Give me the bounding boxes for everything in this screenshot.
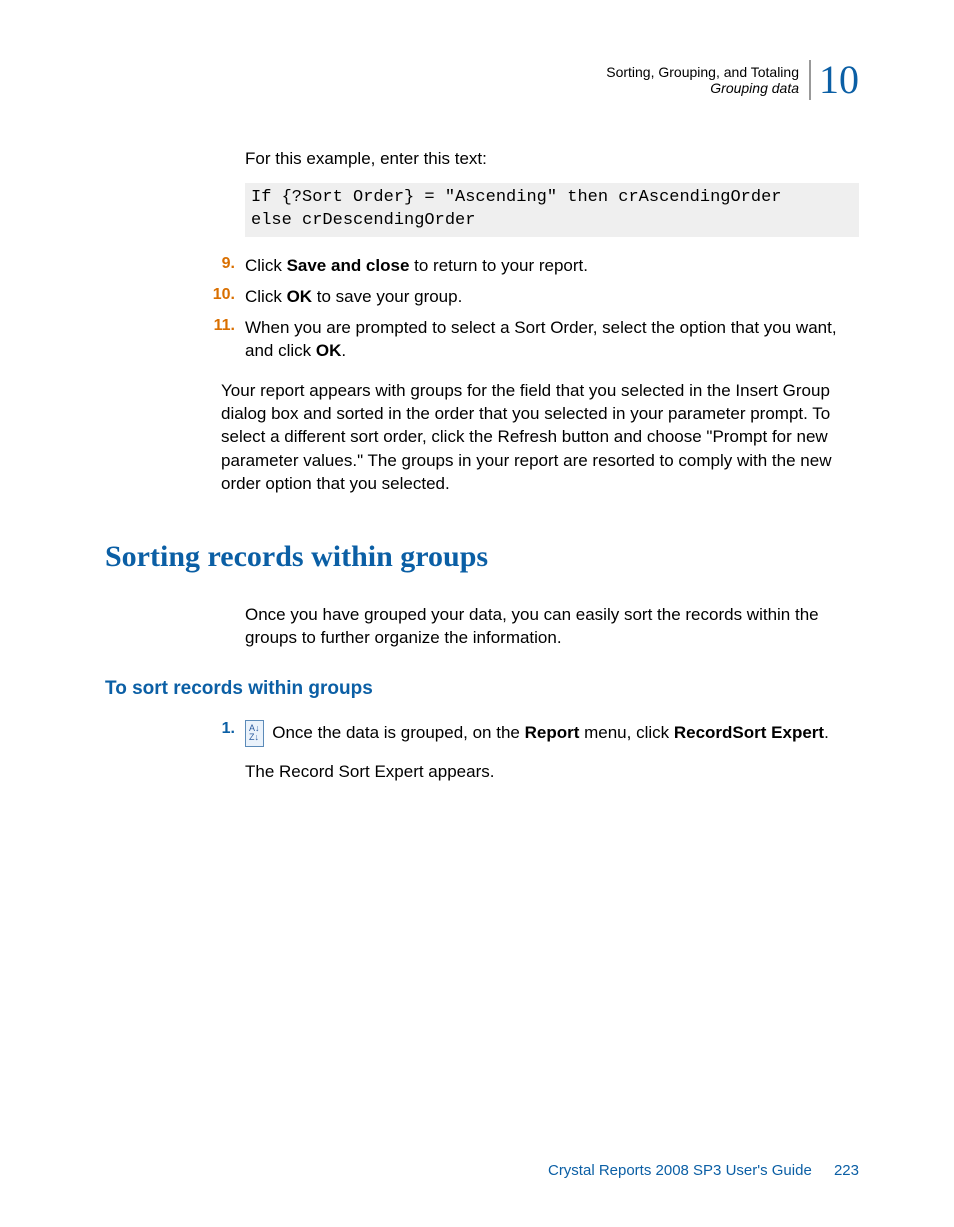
sort-az-icon: A↓ Z↓	[245, 720, 264, 747]
step-body: When you are prompted to select a Sort O…	[245, 317, 859, 363]
step-1-after: The Record Sort Expert appears.	[245, 761, 859, 784]
chapter-title: Sorting, Grouping, and Totaling	[606, 64, 799, 80]
step-number: 9.	[207, 255, 235, 278]
section-body: Once you have grouped your data, you can…	[245, 604, 859, 650]
subsection-heading: To sort records within groups	[105, 678, 859, 700]
step-body: Click OK to save your group.	[245, 286, 859, 309]
step-number: 10.	[207, 286, 235, 309]
step-1: 1. A↓ Z↓ Once the data is grouped, on th…	[245, 720, 859, 747]
code-block: If {?Sort Order} = "Ascending" then crAs…	[245, 183, 859, 237]
step-11: 11. When you are prompted to select a So…	[245, 317, 859, 363]
chapter-number: 10	[809, 60, 859, 100]
step-number: 1.	[207, 720, 235, 747]
step-body: A↓ Z↓ Once the data is grouped, on the R…	[245, 720, 859, 747]
step-10: 10. Click OK to save your group.	[245, 286, 859, 309]
result-paragraph: Your report appears with groups for the …	[221, 379, 859, 496]
page-footer: Crystal Reports 2008 SP3 User's Guide 22…	[548, 1162, 859, 1179]
section-heading: Sorting records within groups	[105, 540, 859, 574]
page-number: 223	[834, 1162, 859, 1179]
chapter-subtitle: Grouping data	[606, 80, 799, 96]
page-header: Sorting, Grouping, and Totaling Grouping…	[105, 60, 859, 100]
step-9: 9. Click Save and close to return to you…	[245, 255, 859, 278]
step-number: 11.	[207, 317, 235, 363]
step-body: Click Save and close to return to your r…	[245, 255, 859, 278]
book-title: Crystal Reports 2008 SP3 User's Guide	[548, 1162, 812, 1179]
intro-text: For this example, enter this text:	[245, 148, 859, 171]
